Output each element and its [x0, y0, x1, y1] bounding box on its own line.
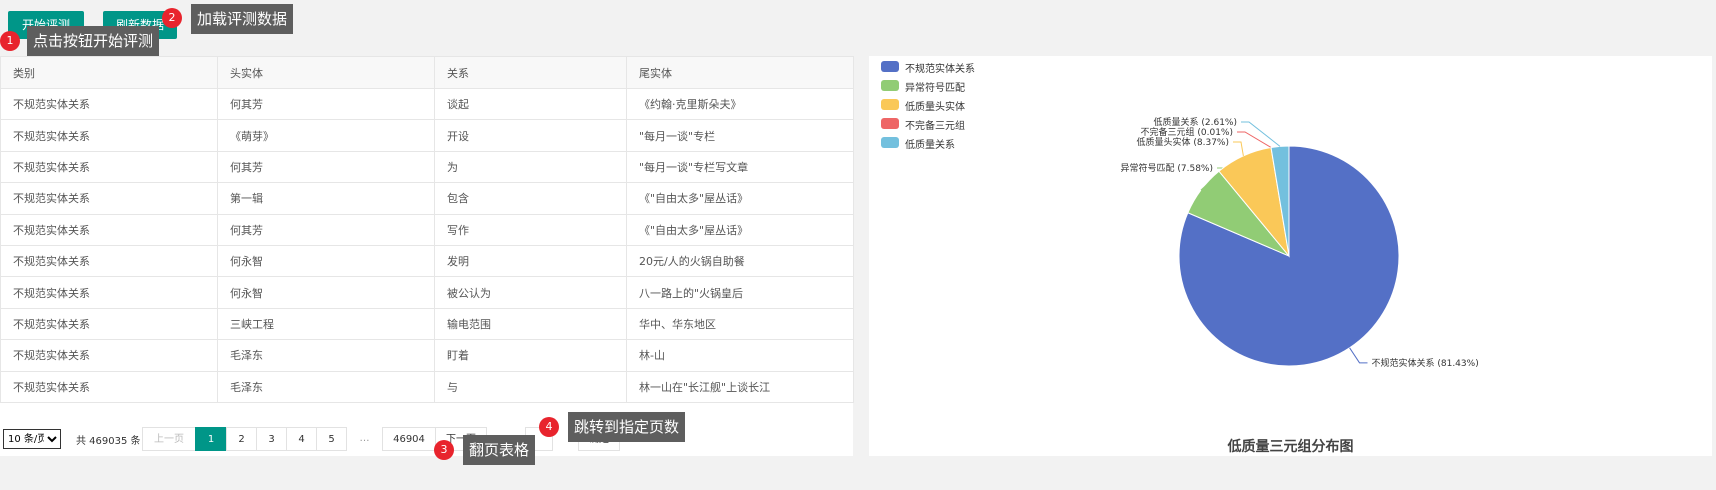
page-1-button[interactable]: 1 — [195, 427, 227, 451]
cell-category: 不规范实体关系 — [0, 150, 218, 184]
table-row[interactable]: 不规范实体关系 何其芳 谈起 《约翰·克里斯朵夫》 — [0, 87, 854, 121]
cell-head-entity: 何其芳 — [217, 87, 435, 121]
table-row[interactable]: 不规范实体关系 何永智 发明 20元/人的火锅自助餐 — [0, 244, 854, 278]
cell-tail-entity: 20元/人的火锅自助餐 — [626, 244, 854, 278]
column-header-tail-entity: 尾实体 — [626, 56, 854, 89]
cell-head-entity: 何其芳 — [217, 213, 435, 246]
table-row[interactable]: 不规范实体关系 毛泽东 盯着 林-山 — [0, 339, 854, 372]
cell-relation: 输电范围 — [434, 307, 627, 341]
triples-table: 类别 头实体 关系 尾实体 不规范实体关系 何其芳 谈起 《约翰·克里斯朵夫》 不规范… — [0, 56, 854, 403]
cell-head-entity: 何其芳 — [217, 150, 435, 184]
cell-tail-entity: 《约翰·克里斯朵夫》 — [626, 87, 854, 121]
cell-category: 不规范实体关系 — [0, 182, 218, 215]
cell-tail-entity: 八一路上的"火锅皇后 — [626, 276, 854, 309]
table-row[interactable]: 不规范实体关系 何永智 被公认为 八一路上的"火锅皇后 — [0, 276, 854, 309]
cell-relation: 谈起 — [434, 87, 627, 121]
cell-relation: 与 — [434, 370, 627, 403]
cell-tail-entity: "每月一谈"专栏 — [626, 119, 854, 152]
pie-label-line — [1241, 121, 1281, 147]
table-row[interactable]: 不规范实体关系 何其芳 写作 《"自由太多"屋丛话》 — [0, 213, 854, 246]
cell-head-entity: 毛泽东 — [217, 370, 435, 403]
cell-head-entity: 何永智 — [217, 244, 435, 278]
callout-load-hint: 加载评测数据 — [191, 4, 294, 34]
pagination-bar: 10 条/页 共 469035 条 上一页 1 2 3 4 5 … 46904 … — [0, 427, 853, 451]
pie-label-line — [1237, 131, 1272, 148]
cell-head-entity: 《萌芽》 — [217, 119, 435, 152]
page-2-button[interactable]: 2 — [226, 427, 257, 451]
cell-category: 不规范实体关系 — [0, 244, 218, 278]
cell-tail-entity: 《"自由太多"屋丛话》 — [626, 213, 854, 246]
pagination-ellipsis: … — [359, 433, 370, 444]
cell-relation: 发明 — [434, 244, 627, 278]
cell-head-entity: 第一辑 — [217, 182, 435, 215]
pie-data-label: 不规范实体关系 (81.43%) — [1372, 357, 1479, 369]
table-row[interactable]: 不规范实体关系 第一辑 包含 《"自由太多"屋丛话》 — [0, 182, 854, 215]
page-3-button[interactable]: 3 — [256, 427, 287, 451]
callout-paginate-hint: 翻页表格 — [463, 435, 536, 465]
cell-head-entity: 三峡工程 — [217, 307, 435, 341]
column-header-relation: 关系 — [434, 56, 627, 89]
cell-head-entity: 何永智 — [217, 276, 435, 309]
callout-jump-hint: 跳转到指定页数 — [568, 412, 686, 442]
page-5-button[interactable]: 5 — [316, 427, 347, 451]
pie-data-label: 低质量关系 (2.61%) — [1154, 116, 1237, 128]
column-header-head-entity: 头实体 — [217, 56, 435, 89]
cell-relation: 盯着 — [434, 339, 627, 372]
cell-category: 不规范实体关系 — [0, 307, 218, 341]
table-row[interactable]: 不规范实体关系 三峡工程 输电范围 华中、华东地区 — [0, 307, 854, 341]
cell-tail-entity: 《"自由太多"屋丛话》 — [626, 182, 854, 215]
cell-tail-entity: 华中、华东地区 — [626, 307, 854, 341]
column-header-category: 类别 — [0, 56, 218, 89]
cell-category: 不规范实体关系 — [0, 276, 218, 309]
cell-category: 不规范实体关系 — [0, 213, 218, 246]
cell-relation: 被公认为 — [434, 276, 627, 309]
cell-tail-entity: 林-山 — [626, 339, 854, 372]
page-size-select[interactable]: 10 条/页 — [3, 429, 61, 449]
pie-chart: 不规范实体关系 (81.43%)异常符号匹配 (7.58%)低质量头实体 (8.… — [1121, 116, 1479, 369]
cell-head-entity: 毛泽东 — [217, 339, 435, 372]
cell-category: 不规范实体关系 — [0, 370, 218, 403]
page-4-button[interactable]: 4 — [286, 427, 317, 451]
cell-relation: 写作 — [434, 213, 627, 246]
cell-category: 不规范实体关系 — [0, 87, 218, 121]
table-row[interactable]: 不规范实体关系 《萌芽》 开设 "每月一谈"专栏 — [0, 119, 854, 152]
cell-tail-entity: "每月一谈"专栏写文章 — [626, 150, 854, 184]
table-row[interactable]: 不规范实体关系 何其芳为 "每月一谈"专栏写文章 — [0, 150, 854, 184]
callout-start-hint: 点击按钮开始评测 — [27, 26, 160, 56]
triples-table-panel: 类别 头实体 关系 尾实体 不规范实体关系 何其芳 谈起 《约翰·克里斯朵夫》 不规范… — [0, 56, 854, 456]
pie-label-line — [1233, 141, 1244, 156]
cell-category: 不规范实体关系 — [0, 119, 218, 152]
cell-relation: 开设 — [434, 119, 627, 152]
cell-category: 不规范实体关系 — [0, 339, 218, 372]
prev-page-button[interactable]: 上一页 — [142, 427, 196, 451]
cell-relation: 包含 — [434, 182, 627, 215]
last-page-button[interactable]: 46904 — [382, 427, 436, 451]
chart-panel: 不规范实体关系 异常符号匹配 低质量头实体 不完备三元组 低质量关系 不规范实体关系 (… — [869, 56, 1712, 456]
chart-title: 低质量三元组分布图 — [1227, 439, 1354, 455]
callout-badge-2: 2 — [162, 8, 182, 28]
callout-badge-1: 1 — [0, 31, 20, 51]
cell-tail-entity: 林一山在"长江舰"上谈长江 — [626, 370, 854, 403]
callout-badge-4: 4 — [539, 417, 559, 437]
cell-relation: 为 — [434, 150, 627, 184]
pie-label-line — [1349, 347, 1368, 364]
pie-data-label: 异常符号匹配 (7.58%) — [1121, 162, 1213, 174]
total-count: 共 469035 条 — [76, 436, 141, 447]
callout-badge-3: 3 — [434, 440, 454, 460]
table-row[interactable]: 不规范实体关系 毛泽东与林一山在"长江舰"上谈长江 — [0, 370, 854, 403]
table-header-row: 类别 头实体 关系 尾实体 — [0, 56, 854, 89]
